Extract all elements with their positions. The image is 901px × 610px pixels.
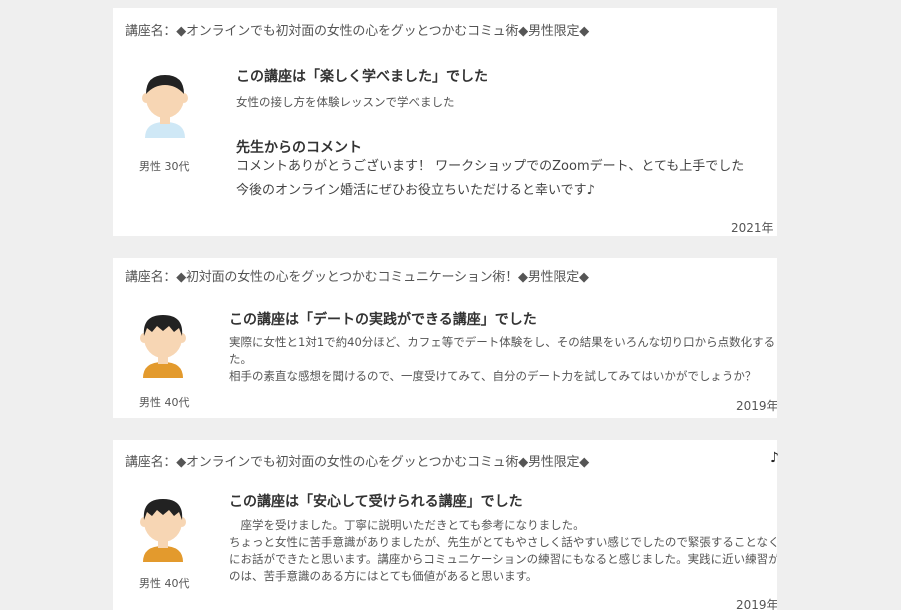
review-headline: この講座は「デートの実践ができる講座」でした xyxy=(229,312,537,328)
review-body-line: 相手の素直な感想を聞けるので、一度受けてみて、自分のデート力を試してみてはいかが… xyxy=(229,369,757,383)
course-name: 講座名：◆オンラインでも初対面の女性の心をグッとつかむコミュ術◆男性限定◆ xyxy=(125,455,590,470)
review-body-line: にお話ができたと思います。講座からコミュニケーションの練習にもなると感じました。… xyxy=(229,552,777,566)
review-body-line: のは、苦手意識のある方にはとても価値があると思います。 xyxy=(229,569,538,583)
course-name: 講座名：◆初対面の女性の心をグッとつかむコミュニケーション術！◆男性限定◆ xyxy=(125,270,589,285)
review-card: 講座名：◆初対面の女性の心をグッとつかむコミュニケーション術！◆男性限定◆ 男性… xyxy=(113,258,777,418)
review-headline: この講座は「安心して受けられる講座」でした xyxy=(229,494,523,510)
teacher-comment-title: 先生からのコメント xyxy=(236,140,362,156)
review-body-line: 実際に女性と1対1で約40分ほど、カフェ等でデート体験をし、その結果をいろんな切… xyxy=(229,335,776,349)
review-date: 2019年 xyxy=(736,598,777,610)
review-body-line: 座学を受けました。丁寧に説明いただきとても参考になりました。 xyxy=(229,518,585,532)
avatar-icon xyxy=(140,499,186,562)
avatar-icon xyxy=(140,315,186,378)
review-body-line: ちょっと女性に苦手意識がありましたが、先生がとてもやさしく話やすい感じでしたので… xyxy=(229,535,777,549)
reviewer-label: 男性 40代 xyxy=(139,396,190,409)
teacher-comment-line: コメントありがとうございます！ ワークショップでのZoomデート、とても上手でし… xyxy=(236,159,745,174)
course-name: 講座名：◆オンラインでも初対面の女性の心をグッとつかむコミュ術◆男性限定◆ xyxy=(125,24,590,39)
reviewer-label: 男性 30代 xyxy=(139,160,190,173)
teacher-comment-line: 今後のオンライン婚活にぜひお役立ちいただけると幸いです♪ xyxy=(236,183,595,198)
review-date: 2019年 xyxy=(736,399,777,413)
avatar-icon xyxy=(142,75,188,138)
music-note-icon: ♪ xyxy=(770,450,779,466)
review-body-line: 女性の接し方を体験レッスンで学べました xyxy=(236,95,455,109)
review-headline: この講座は「楽しく学べました」でした xyxy=(236,69,488,85)
review-body-line: た。 xyxy=(229,352,252,366)
review-card: 講座名：◆オンラインでも初対面の女性の心をグッとつかむコミュ術◆男性限定◆ 男性… xyxy=(113,440,777,610)
review-date: 2021年 xyxy=(731,221,774,235)
review-card: 講座名：◆オンラインでも初対面の女性の心をグッとつかむコミュ術◆男性限定◆ 男性… xyxy=(113,8,777,236)
reviewer-label: 男性 40代 xyxy=(139,577,190,590)
